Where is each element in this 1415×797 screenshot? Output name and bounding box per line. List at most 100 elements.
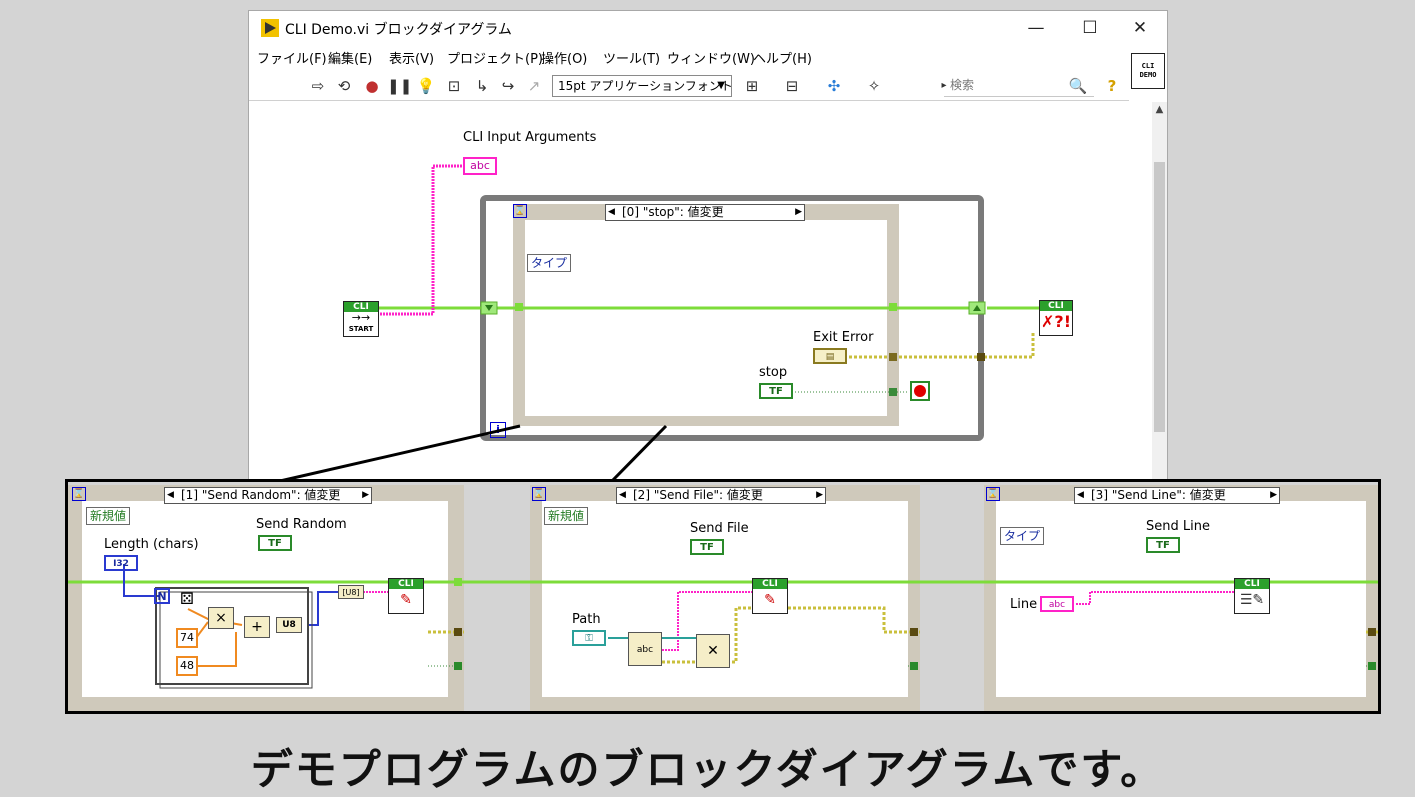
event-case-selector[interactable]: ◀ [0] "stop": 値変更 ▶: [605, 204, 805, 221]
line-label: Line: [1010, 597, 1038, 612]
retain-wire-values-icon[interactable]: ⊡: [443, 76, 465, 96]
random-dice-icon[interactable]: ⚄: [176, 591, 198, 614]
timeout-hourglass-icon[interactable]: ⌛: [986, 487, 1000, 501]
scroll-thumb[interactable]: [1154, 162, 1165, 432]
diagram-wires: [377, 164, 1039, 441]
case-selector-send-random[interactable]: ◀ [1] "Send Random": 値変更 ▶: [164, 487, 372, 504]
minimize-button[interactable]: —: [1013, 15, 1059, 41]
case-selector-send-file[interactable]: ◀ [2] "Send File": 値変更 ▶: [616, 487, 826, 504]
length-terminal[interactable]: I32: [104, 555, 138, 571]
cli-send-file-vi[interactable]: CLI ✎: [752, 578, 788, 614]
close-button[interactable]: ✕: [1117, 15, 1163, 41]
constant-48[interactable]: 48: [176, 656, 198, 676]
add-icon[interactable]: +: [244, 616, 270, 638]
line-terminal[interactable]: abc: [1040, 596, 1074, 612]
menu-view[interactable]: 表示(V): [389, 48, 434, 67]
diagram-canvas[interactable]: CLI Input Arguments abc CLI →→ START ⌛ ◀…: [249, 102, 1152, 480]
align-objects-icon[interactable]: ⊞: [741, 76, 763, 96]
exit-error-terminal[interactable]: ▤: [813, 348, 847, 364]
font-select-value: 15pt アプリケーションフォント: [558, 79, 733, 93]
run-continuously-icon[interactable]: ⟲: [333, 76, 355, 96]
new-value-node[interactable]: 新規値: [544, 507, 589, 525]
cli-send-line-vi[interactable]: CLI ☰✎: [1234, 578, 1270, 614]
abc-tag: abc: [470, 159, 490, 172]
abort-icon[interactable]: ●: [361, 76, 383, 96]
run-arrow-icon[interactable]: ⇨: [307, 76, 329, 96]
send-file-terminal[interactable]: TF: [690, 539, 724, 555]
case-selector-label: [3] "Send Line": 値変更: [1091, 488, 1226, 502]
font-select[interactable]: 15pt アプリケーションフォント ▼: [552, 75, 733, 97]
byte-array-to-string[interactable]: [U8]: [338, 585, 364, 599]
chevron-left-icon[interactable]: ◀: [1077, 488, 1084, 503]
multiply-icon[interactable]: ×: [208, 607, 234, 629]
scroll-up-icon[interactable]: ▲: [1152, 104, 1167, 115]
timeout-hourglass-icon[interactable]: ⌛: [513, 204, 527, 218]
menu-help[interactable]: ヘルプ(H): [753, 48, 812, 67]
step-over-icon[interactable]: ↪: [497, 76, 519, 96]
chevron-left-icon[interactable]: ◀: [619, 488, 626, 503]
highlight-execution-bulb-icon[interactable]: 💡: [415, 76, 437, 96]
to-u8-convert[interactable]: U8: [276, 617, 302, 633]
cli-start-vi[interactable]: CLI →→ START: [343, 301, 379, 337]
send-line-label: Send Line: [1146, 519, 1210, 534]
cases-inset: ⌛ ◀ [1] "Send Random": 値変更 ▶ 新規値 Send Ra…: [65, 479, 1381, 714]
chevron-right-icon[interactable]: ▶: [816, 488, 823, 503]
vertical-scrollbar[interactable]: ▲: [1152, 102, 1167, 480]
chevron-left-icon[interactable]: ◀: [167, 488, 174, 503]
case-selector-label: [2] "Send File": 値変更: [633, 488, 763, 502]
search-icon[interactable]: 🔍: [1067, 76, 1089, 96]
reorder-icon[interactable]: ✣: [823, 76, 845, 96]
path-terminal[interactable]: ⚿: [572, 630, 606, 646]
timeout-hourglass-icon[interactable]: ⌛: [72, 487, 86, 501]
stop-button-terminal[interactable]: TF: [759, 383, 793, 399]
window-title: CLI Demo.vi ブロックダイアグラム: [285, 22, 512, 38]
cli-input-arguments-label: CLI Input Arguments: [463, 130, 597, 145]
pencil-icon: ✎: [400, 592, 412, 608]
vi-icon-line1: CLI: [1141, 62, 1155, 70]
cli-start-label: START: [348, 325, 374, 333]
cli-stop-header: CLI: [1040, 301, 1072, 311]
chevron-left-icon[interactable]: ◀: [608, 205, 615, 220]
chevron-right-icon[interactable]: ▶: [362, 488, 369, 503]
path-label: Path: [572, 612, 601, 627]
help-icon[interactable]: ?: [1101, 76, 1123, 96]
abc-tag: abc: [636, 645, 654, 655]
loop-count-terminal[interactable]: N: [154, 588, 170, 604]
constant-74[interactable]: 74: [176, 628, 198, 648]
chevron-right-icon[interactable]: ▶: [1270, 488, 1277, 503]
close-file-icon[interactable]: ✕: [696, 634, 730, 668]
cli-header: CLI: [389, 579, 423, 589]
menu-tools[interactable]: ツール(T): [603, 48, 660, 67]
pause-icon[interactable]: ❚❚: [387, 76, 412, 96]
menu-operate[interactable]: 操作(O): [541, 48, 587, 67]
event-data-type-node[interactable]: タイプ: [1000, 527, 1045, 545]
error-x-icon: ✗?!: [1041, 312, 1071, 331]
cli-input-arguments-terminal[interactable]: abc: [463, 157, 497, 175]
event-data-type-node[interactable]: タイプ: [527, 254, 572, 272]
menu-project[interactable]: プロジェクト(P): [447, 48, 543, 67]
timeout-hourglass-icon[interactable]: ⌛: [532, 487, 546, 501]
cleanup-diagram-icon[interactable]: ✧: [863, 76, 885, 96]
new-value-node[interactable]: 新規値: [86, 507, 131, 525]
event-case-selector-label: [0] "stop": 値変更: [622, 205, 724, 219]
vi-icon-line2: DEMO: [1139, 71, 1157, 79]
cli-send-random-vi[interactable]: CLI ✎: [388, 578, 424, 614]
menu-window[interactable]: ウィンドウ(W): [667, 48, 755, 67]
event-structure-body: [525, 220, 887, 416]
case-selector-send-line[interactable]: ◀ [3] "Send Line": 値変更 ▶: [1074, 487, 1280, 504]
menu-edit[interactable]: 編集(E): [328, 48, 372, 67]
maximize-button[interactable]: ☐: [1067, 15, 1113, 41]
send-line-terminal[interactable]: TF: [1146, 537, 1180, 553]
menu-file[interactable]: ファイル(F): [257, 48, 327, 67]
case-selector-label: [1] "Send Random": 値変更: [181, 488, 341, 502]
toolbar: ⇨ ⟲ ● ❚❚ 💡 ⊡ ↳ ↪ ↗ 15pt アプリケーションフォント ▼ ⊞…: [249, 71, 1129, 101]
vi-icon: CLI DEMO: [1131, 53, 1165, 89]
send-file-label: Send File: [690, 521, 749, 536]
read-text-file-node[interactable]: abc: [628, 632, 662, 666]
step-into-icon[interactable]: ↳: [471, 76, 493, 96]
chevron-right-icon[interactable]: ▶: [795, 205, 802, 220]
cli-stop-vi[interactable]: CLI ✗?!: [1039, 300, 1073, 336]
distribute-objects-icon[interactable]: ⊟: [781, 76, 803, 96]
send-random-terminal[interactable]: TF: [258, 535, 292, 551]
step-out-icon[interactable]: ↗: [523, 76, 545, 96]
